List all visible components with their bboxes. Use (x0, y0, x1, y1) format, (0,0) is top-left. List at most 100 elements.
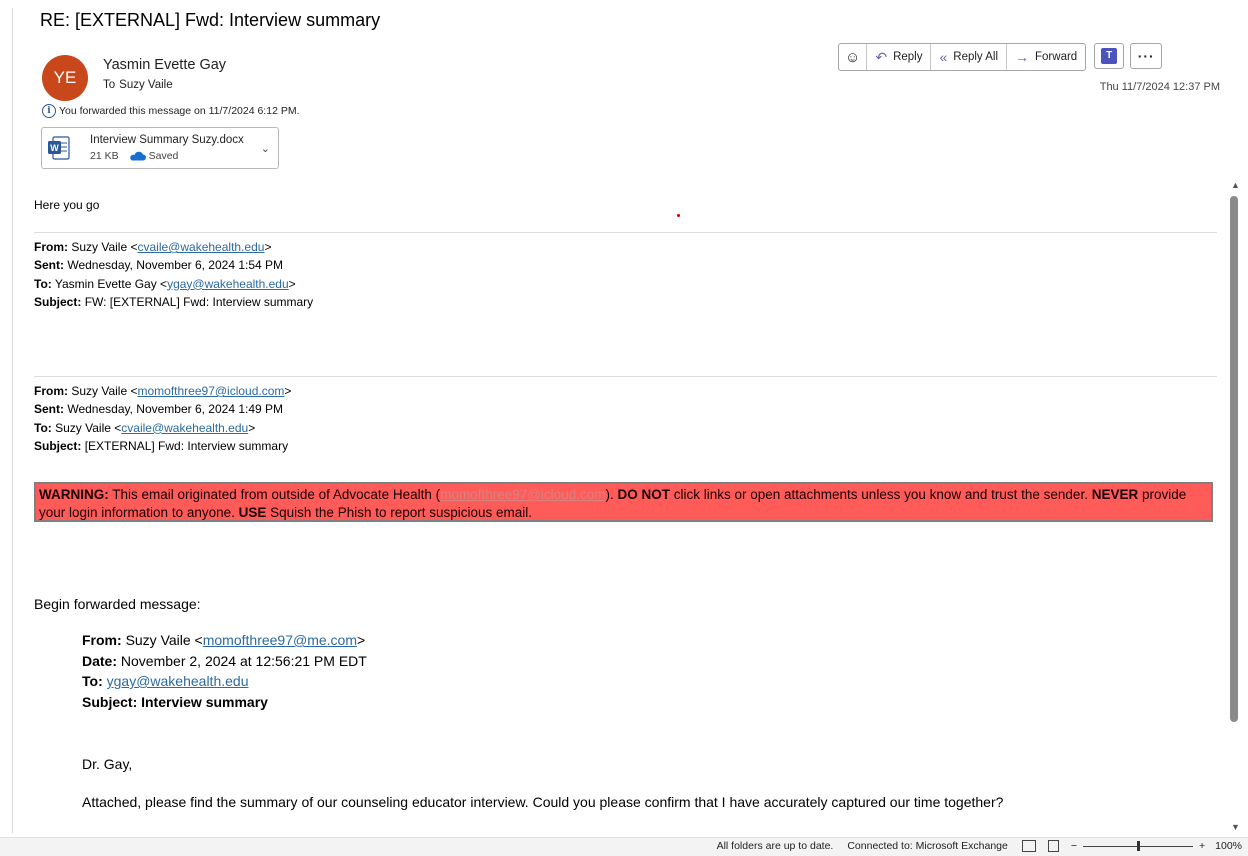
normal-view-icon[interactable] (1021, 840, 1036, 852)
from-name: Suzy Vaile < (71, 240, 138, 254)
from-name: Suzy Vaile < (71, 384, 138, 398)
forward-label: Forward (1035, 51, 1078, 63)
warning-text: ). (605, 487, 618, 502)
scrollbar-thumb[interactable] (1230, 196, 1238, 722)
zoom-slider-thumb[interactable] (1137, 841, 1140, 851)
reply-all-arrow-icon: « (939, 49, 948, 65)
teams-button[interactable]: T (1094, 43, 1125, 69)
email-subject: RE: [EXTERNAL] Fwd: Interview summary (40, 10, 381, 30)
attachment-size: 21 KB (90, 150, 119, 162)
to-name: Yasmin Evette Gay < (54, 276, 168, 291)
zoom-level[interactable]: 100% (1215, 840, 1242, 852)
forward-button[interactable]: → Forward (1006, 44, 1085, 70)
subject-label: Subject: (34, 294, 82, 309)
reply-arrow-icon: ↶ (875, 48, 888, 65)
connection-status: Connected to: Microsoft Exchange (847, 840, 1008, 852)
warning-email-link[interactable]: momofthree97@icloud.com (440, 487, 605, 502)
divider (34, 376, 1217, 377)
message-toolbar: ☺ ↶ Reply « Reply All → Forward T ··· (838, 43, 1163, 71)
zoom-out-button[interactable]: − (1071, 840, 1077, 852)
scroll-up-arrow-icon[interactable]: ▲ (1231, 180, 1240, 190)
to-label: To: (34, 276, 52, 291)
greeting-text: Here you go (34, 198, 100, 212)
from-email-link[interactable]: momofthree97@icloud.com (138, 384, 285, 398)
reaction-button[interactable]: ☺ (839, 44, 866, 70)
sync-status: All folders are up to date. (716, 840, 834, 852)
warning-use: USE (238, 505, 267, 520)
message-paragraph: Attached, please find the summary of our… (82, 794, 1004, 810)
chevron-down-icon[interactable]: ⌄ (261, 142, 270, 155)
subject-label: Subject: (34, 438, 82, 453)
quoted-header-2: From: Suzy Vaile <momofthree97@icloud.co… (34, 382, 291, 455)
from-label: From: (82, 632, 122, 648)
bracket: > (248, 420, 256, 435)
bracket: > (288, 276, 296, 291)
more-actions-button[interactable]: ··· (1130, 43, 1163, 69)
sender-name[interactable]: Yasmin Evette Gay (103, 57, 226, 73)
onedrive-cloud-icon (129, 151, 146, 161)
recipient-name[interactable]: Suzy Vaile (119, 79, 172, 91)
svg-text:W: W (50, 143, 59, 153)
date-value: November 2, 2024 at 12:56:21 PM EDT (120, 652, 367, 669)
reply-label: Reply (893, 51, 923, 63)
bracket: > (357, 632, 366, 648)
to-label: To (103, 79, 116, 91)
message-body: Here you go From: Suzy Vaile <cvaile@wak… (34, 180, 1219, 832)
subject-value: [EXTERNAL] Fwd: Interview summary (84, 438, 289, 453)
word-doc-icon: W (48, 136, 70, 160)
scroll-down-arrow-icon[interactable]: ▼ (1231, 822, 1240, 832)
to-email-link[interactable]: ygay@wakehealth.edu (167, 277, 289, 291)
to-label: To: (34, 420, 52, 435)
vertical-scrollbar[interactable]: ▲ ▼ (1228, 180, 1242, 832)
quoted-header-1: From: Suzy Vaile <cvaile@wakehealth.edu>… (34, 238, 313, 311)
to-email-link[interactable]: ygay@wakehealth.edu (107, 673, 249, 689)
teams-icon: T (1101, 48, 1118, 64)
reply-all-button[interactable]: « Reply All (930, 44, 1006, 70)
salutation-text: Dr. Gay, (82, 756, 133, 772)
zoom-in-button[interactable]: + (1199, 840, 1205, 852)
received-timestamp: Thu 11/7/2024 12:37 PM (1099, 81, 1220, 93)
zoom-slider[interactable] (1083, 840, 1193, 852)
to-email-link[interactable]: cvaile@wakehealth.edu (121, 421, 248, 435)
forward-arrow-icon: → (1015, 49, 1030, 65)
external-warning-banner: WARNING: This email originated from outs… (34, 482, 1213, 522)
warning-do-not: DO NOT (617, 487, 670, 502)
info-icon: i (42, 104, 56, 118)
date-label: Date: (82, 652, 118, 669)
from-label: From: (34, 240, 68, 254)
bracket: > (264, 240, 272, 254)
subject-value: FW: [EXTERNAL] Fwd: Interview summary (84, 294, 314, 309)
smiley-icon: ☺ (845, 48, 861, 66)
status-bar: All folders are up to date. Connected to… (0, 837, 1248, 856)
warning-label: WARNING: (39, 487, 109, 502)
divider (34, 232, 1217, 233)
begin-forwarded-text: Begin forwarded message: (34, 596, 201, 612)
forward-notice-text: You forwarded this message on 11/7/2024 … (59, 105, 300, 117)
forwarded-header: From: Suzy Vaile <momofthree97@me.com> D… (82, 630, 367, 712)
sent-label: Sent: (34, 402, 64, 417)
from-name: Suzy Vaile < (125, 632, 203, 648)
attachment-card[interactable]: W Interview Summary Suzy.docx 21 KB Save… (41, 127, 279, 169)
from-label: From: (34, 384, 68, 398)
to-name: Suzy Vaile < (55, 420, 122, 435)
reply-button[interactable]: ↶ Reply (866, 44, 930, 70)
sent-label: Sent: (34, 258, 64, 273)
recipient-line: To Suzy Vaile (103, 79, 177, 91)
sent-value: Wednesday, November 6, 2024 1:49 PM (67, 402, 284, 417)
reading-view-icon[interactable] (1047, 840, 1059, 852)
sent-value: Wednesday, November 6, 2024 1:54 PM (67, 258, 284, 273)
subject-line: Subject: Interview summary (82, 693, 268, 710)
from-email-link[interactable]: momofthree97@me.com (203, 632, 357, 648)
response-button-group: ☺ ↶ Reply « Reply All → Forward (838, 43, 1087, 71)
from-email-link[interactable]: cvaile@wakehealth.edu (138, 240, 265, 254)
warning-text: Squish the Phish to report suspicious em… (266, 505, 533, 520)
forward-notice: i You forwarded this message on 11/7/202… (42, 104, 300, 118)
attachment-status: Saved (148, 150, 179, 162)
warning-text: click links or open attachments unless y… (669, 487, 1092, 502)
avatar[interactable]: YE (42, 55, 88, 101)
attachment-meta: 21 KB Saved (90, 150, 178, 162)
to-label: To: (82, 673, 103, 689)
reply-all-label: Reply All (953, 51, 999, 63)
warning-never: NEVER (1091, 487, 1139, 502)
reading-pane-border (12, 8, 13, 833)
